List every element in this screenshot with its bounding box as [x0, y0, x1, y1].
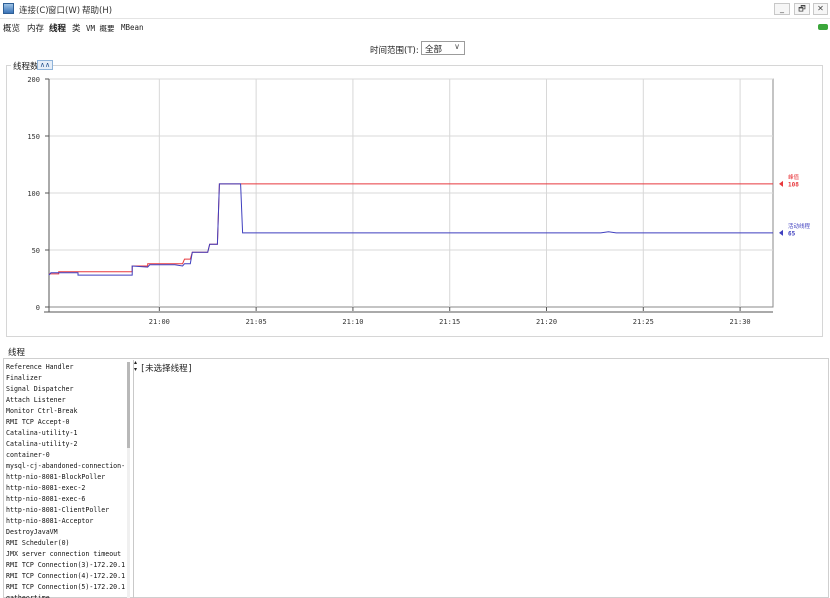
thread-item[interactable]: Catalina-utility-1 [6, 428, 126, 439]
thread-item[interactable]: Finalizer [6, 373, 126, 384]
thread-item[interactable]: http-nio-8081-Acceptor [6, 516, 126, 527]
threads-section-tab[interactable]: 线程 [8, 346, 25, 358]
thread-item[interactable]: http-nio-8081-exec-2 [6, 483, 126, 494]
series-current-value: 65 [788, 230, 796, 237]
thread-item[interactable]: Catalina-utility-2 [6, 439, 126, 450]
y-tick-label: 0 [36, 304, 40, 312]
split-down-arrow-icon[interactable]: ▾ [134, 367, 137, 373]
thread-item[interactable]: Reference Handler [6, 362, 126, 373]
thread-item[interactable]: RMI TCP Connection(3)-172.20.1 [6, 560, 126, 571]
thread-item[interactable]: Signal Dispatcher [6, 384, 126, 395]
thread-item[interactable]: RMI TCP Connection(4)-172.20.1 [6, 571, 126, 582]
thread-item[interactable]: http-nio-8081-ClientPoller [6, 505, 126, 516]
series-marker-icon [779, 180, 783, 187]
thread-item[interactable]: RMI Scheduler(0) [6, 538, 126, 549]
thread-item[interactable]: RMI TCP Accept-0 [6, 417, 126, 428]
thread-item[interactable]: container-0 [6, 450, 126, 461]
series-current-value: 108 [788, 181, 799, 188]
x-tick-label: 21:10 [342, 318, 363, 326]
x-tick-label: 21:15 [439, 318, 460, 326]
series-marker-icon [779, 229, 783, 236]
x-tick-label: 21:30 [730, 318, 751, 326]
thread-item[interactable]: http-nio-8081-exec-6 [6, 494, 126, 505]
thread-item[interactable]: RMI TCP Connection(5)-172.20.1 [6, 582, 126, 593]
x-tick-label: 21:20 [536, 318, 557, 326]
x-tick-label: 21:25 [633, 318, 654, 326]
y-tick-label: 100 [27, 190, 40, 198]
thread-list[interactable]: Reference Handler Finalizer Signal Dispa… [6, 362, 126, 598]
thread-item[interactable]: mysql-cj-abandoned-connection- [6, 461, 126, 472]
thread-item[interactable]: Attach Listener [6, 395, 126, 406]
series-legend-name: 峰值 [788, 173, 800, 181]
thread-item[interactable]: JMX server connection timeout [6, 549, 126, 560]
thread-item[interactable]: Monitor Ctrl-Break [6, 406, 126, 417]
thread-item[interactable]: DestroyJavaVM [6, 527, 126, 538]
scrollbar-thumb[interactable] [127, 362, 130, 448]
split-pane-divider[interactable] [133, 360, 137, 598]
series-legend-name: 活动线程 [788, 222, 811, 230]
y-tick-label: 200 [27, 76, 40, 84]
thread-item[interactable]: gatheortime [6, 593, 126, 598]
thread-list-scrollbar[interactable] [127, 362, 130, 598]
y-tick-label: 150 [27, 133, 40, 141]
thread-item[interactable]: http-nio-8081-BlockPoller [6, 472, 126, 483]
y-tick-label: 50 [32, 247, 40, 255]
x-tick-label: 21:00 [149, 318, 170, 326]
x-tick-label: 21:05 [246, 318, 267, 326]
thread-detail-placeholder: [未选择线程] [140, 364, 193, 374]
